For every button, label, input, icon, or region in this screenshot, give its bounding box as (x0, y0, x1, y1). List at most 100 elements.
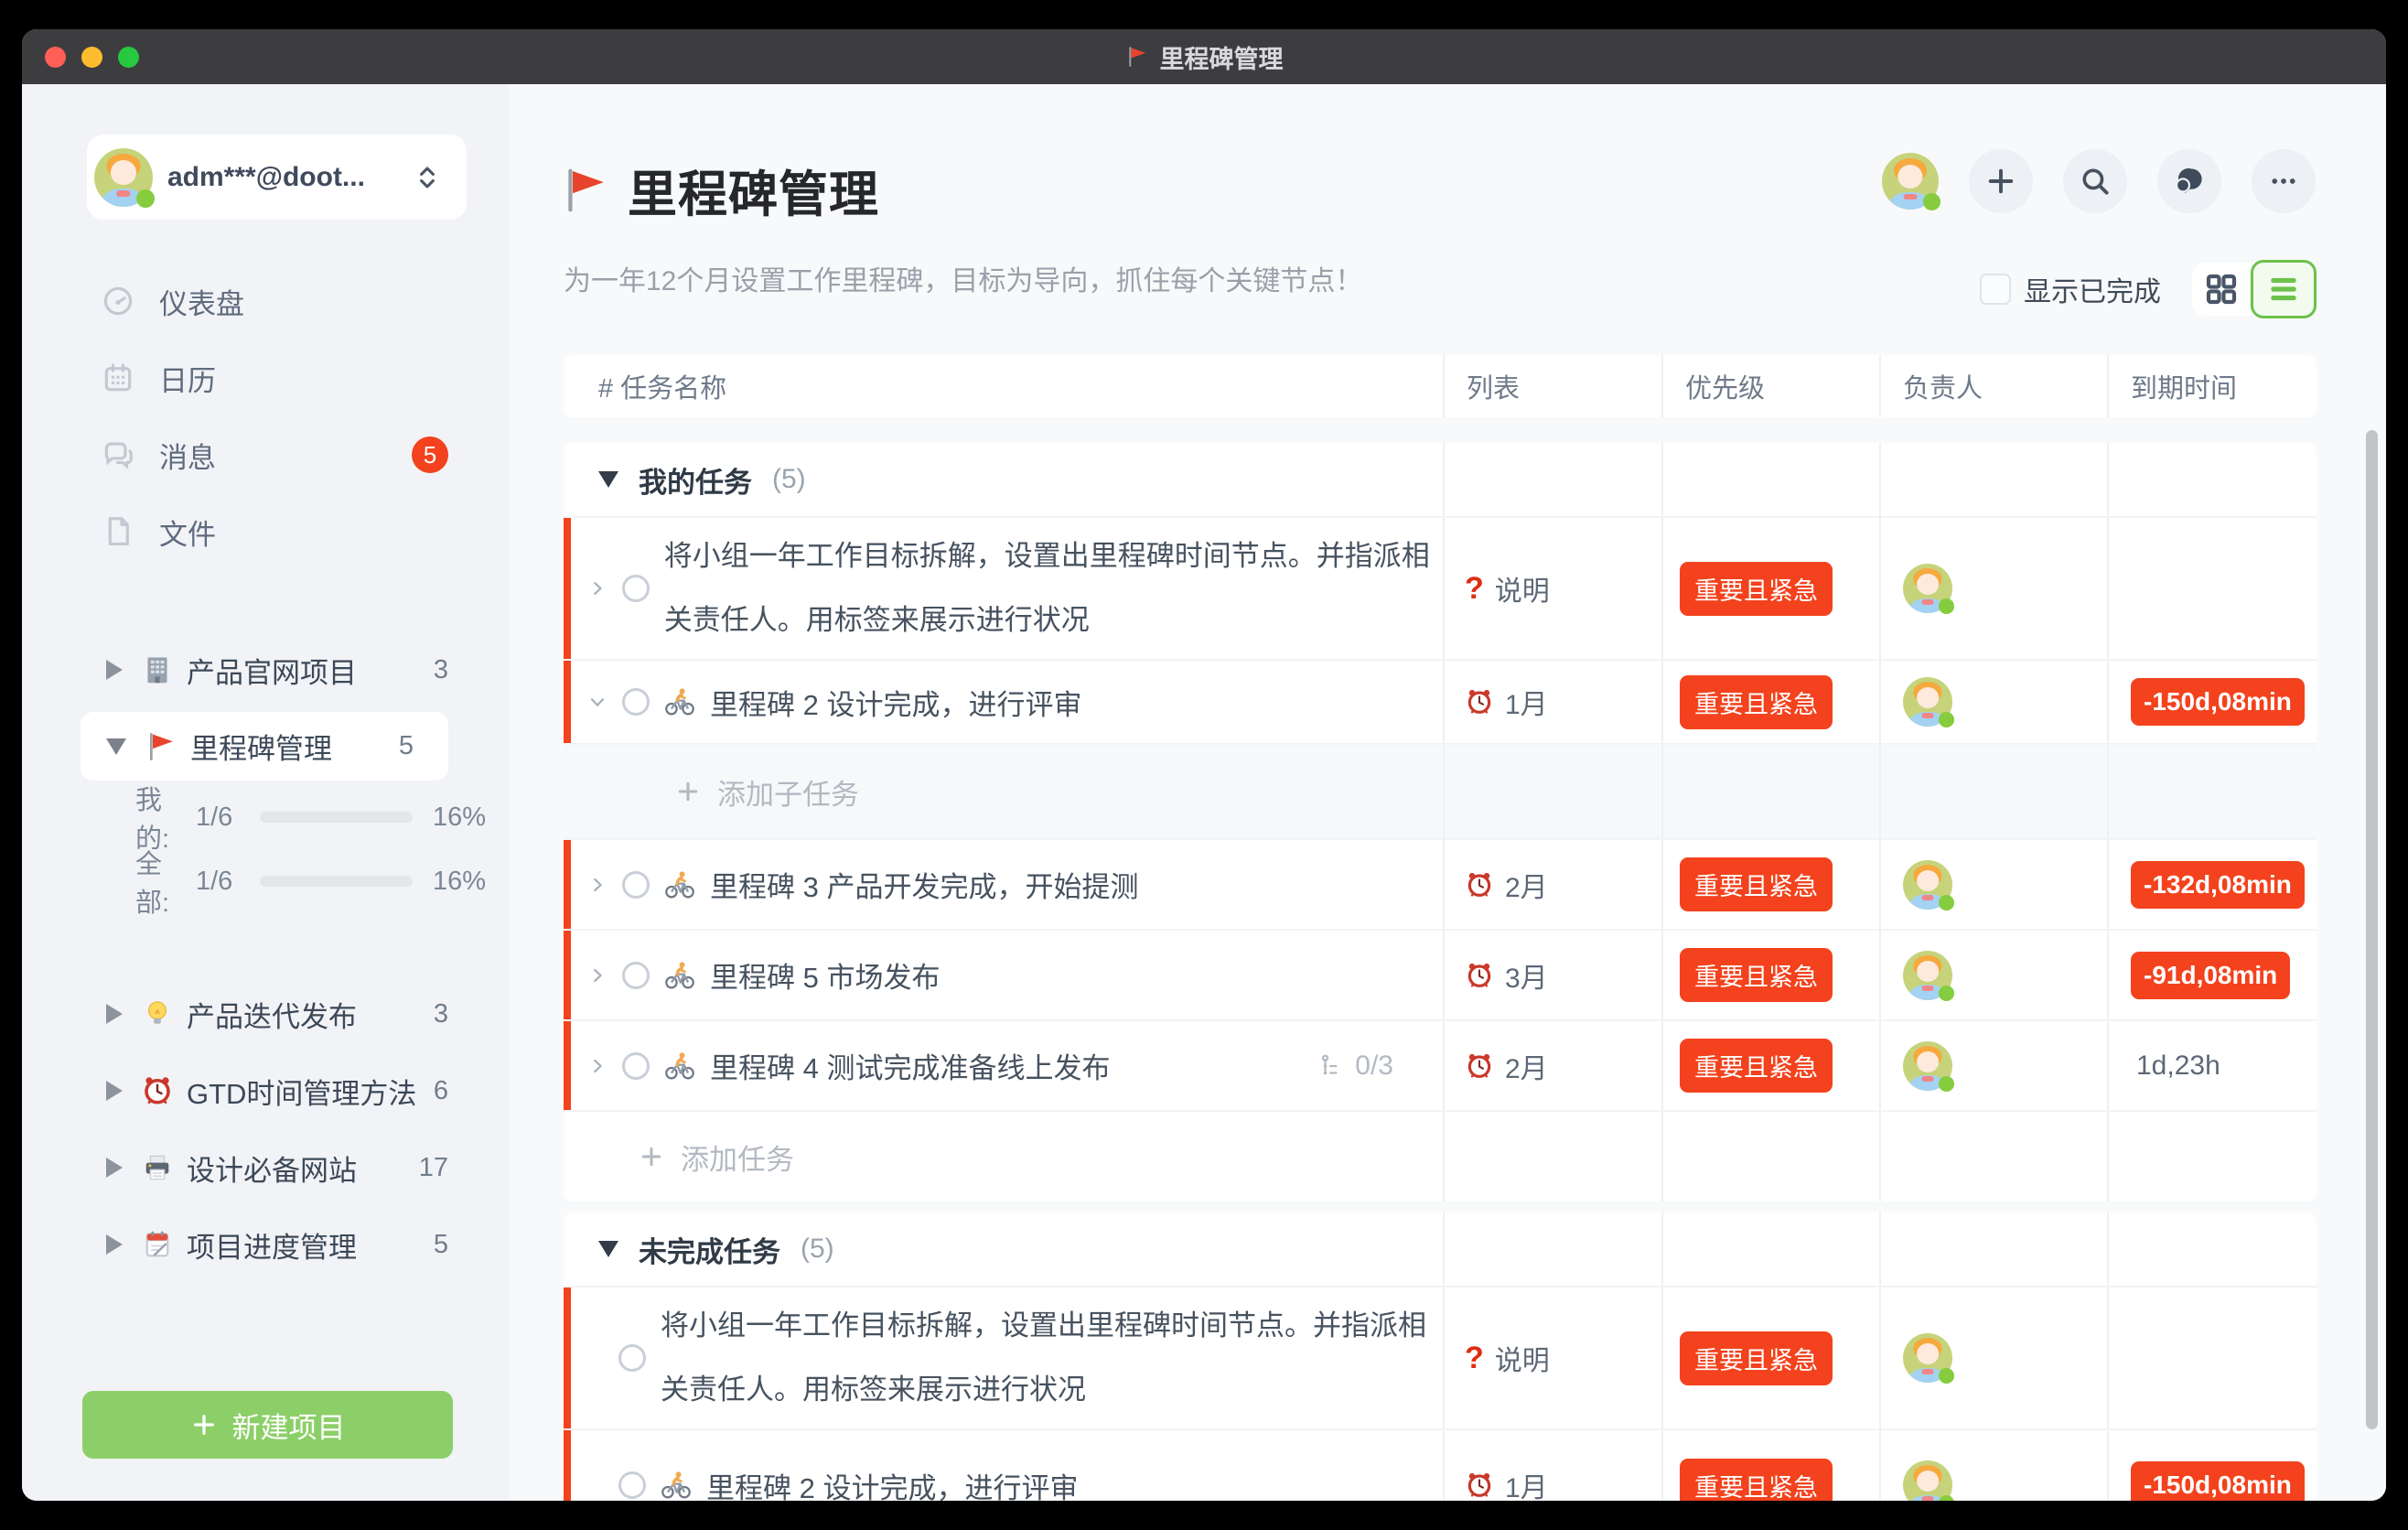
task-due-cell[interactable]: -132d,08min (2109, 840, 2317, 929)
expand-right-triangle-icon[interactable] (106, 1081, 123, 1101)
expand-right-triangle-icon[interactable] (106, 1004, 123, 1024)
task-assignee-cell[interactable] (1881, 1021, 2109, 1110)
task-list-cell[interactable]: 2月 (1445, 1021, 1663, 1110)
show-completed-checkbox[interactable] (1980, 274, 2011, 305)
sidebar-project-iteration-release[interactable]: 产品迭代发布 3 (22, 975, 509, 1052)
sidebar-project-milestone-selected[interactable]: 里程碑管理 5 (81, 712, 448, 781)
task-list-cell[interactable]: 1月 (1445, 1430, 1663, 1501)
task-assignee-cell[interactable] (1881, 931, 2109, 1019)
task-due-cell[interactable] (2109, 1288, 2317, 1428)
task-due-cell[interactable]: -91d,08min (2109, 931, 2317, 1019)
group-header-row[interactable]: 未完成任务 (5) (564, 1212, 2317, 1288)
chevron-right-icon[interactable] (587, 1056, 607, 1076)
task-due-cell[interactable]: 1d,23h (2109, 1021, 2317, 1110)
column-header-assignee[interactable]: 负责人 (1881, 355, 2109, 417)
sidebar-project-gtd[interactable]: GTD时间管理方法 6 (22, 1052, 509, 1129)
chat-button[interactable] (2157, 149, 2221, 213)
task-assignee-cell[interactable] (1881, 1288, 2109, 1428)
task-row[interactable]: 里程碑 3 产品开发完成，开始提测 2月 重要且紧急 (564, 840, 2317, 931)
task-row[interactable]: 里程碑 4 测试完成准备线上发布 0/3 2月 重要且紧急 (564, 1021, 2317, 1112)
column-header-task-name[interactable]: # 任务名称 (564, 355, 1445, 417)
project-label: 项目进度管理 (187, 1224, 357, 1266)
sidebar-project-design-sites[interactable]: 设计必备网站 17 (22, 1129, 509, 1206)
task-row[interactable]: 里程碑 2 设计完成，进行评审 1月 重要且紧急 (564, 1430, 2317, 1501)
task-complete-circle[interactable] (622, 1052, 650, 1080)
collapse-down-triangle-icon[interactable] (598, 1241, 618, 1257)
collapse-down-triangle-icon[interactable] (106, 738, 126, 755)
task-complete-circle[interactable] (622, 962, 650, 989)
collapse-down-triangle-icon[interactable] (598, 471, 618, 488)
cyclist-icon (664, 686, 695, 717)
chevron-right-icon[interactable] (587, 578, 607, 598)
sidebar-item-calendar[interactable]: 日历 (22, 339, 509, 416)
sidebar-project-schedule[interactable]: 项目进度管理 5 (22, 1206, 509, 1283)
group-header-row[interactable]: 我的任务 (5) (564, 443, 2317, 518)
task-priority-cell[interactable]: 重要且紧急 (1663, 518, 1881, 659)
expand-right-triangle-icon[interactable] (106, 660, 123, 680)
progress-row-mine: 我的: 1/6 16% (22, 785, 509, 849)
expand-right-triangle-icon[interactable] (106, 1158, 123, 1178)
sidebar-item-files[interactable]: 文件 (22, 493, 509, 570)
task-due-cell[interactable]: -150d,08min (2109, 1430, 2317, 1501)
due-text: 1d,23h (2131, 1051, 2220, 1082)
task-list-cell[interactable]: ? 说明 (1445, 518, 1663, 659)
list-label: 1月 (1505, 682, 1548, 722)
list-view-button-active[interactable] (2251, 260, 2317, 318)
task-list-cell[interactable]: ? 说明 (1445, 1288, 1663, 1428)
project-count: 5 (434, 1230, 448, 1260)
task-complete-circle[interactable] (618, 1471, 646, 1499)
calendar-icon (101, 361, 135, 395)
task-complete-circle[interactable] (622, 688, 650, 716)
new-project-button[interactable]: 新建项目 (82, 1391, 453, 1459)
task-complete-circle[interactable] (622, 871, 650, 899)
task-assignee-cell[interactable] (1881, 840, 2109, 929)
sidebar-project-official-site[interactable]: 产品官网项目 3 (22, 631, 509, 708)
more-button[interactable] (2252, 149, 2316, 213)
expand-right-triangle-icon[interactable] (106, 1234, 123, 1255)
vertical-scrollbar[interactable] (2366, 430, 2378, 1429)
account-switch-chevron-icon[interactable] (412, 162, 443, 193)
task-priority-cell[interactable]: 重要且紧急 (1663, 661, 1881, 743)
add-subtask-row[interactable]: 添加子任务 (564, 745, 2317, 840)
page-subtitle: 为一年12个月设置工作里程碑，目标为导向，抓住每个关键节点！ (564, 258, 1362, 298)
task-complete-circle[interactable] (622, 575, 650, 602)
task-row[interactable]: 将小组一年工作目标拆解，设置出里程碑时间节点。并指派相关责任人。用标签来展示进行… (564, 518, 2317, 661)
sidebar-item-dashboard[interactable]: 仪表盘 (22, 263, 509, 339)
search-button[interactable] (2063, 149, 2127, 213)
user-avatar[interactable] (1882, 153, 1939, 210)
task-title: 里程碑 2 设计完成，进行评审 (710, 682, 1081, 723)
group-count: (5) (801, 1234, 834, 1265)
task-list-cell[interactable]: 1月 (1445, 661, 1663, 743)
task-due-cell[interactable] (2109, 518, 2317, 659)
add-button[interactable] (1969, 149, 2033, 213)
task-assignee-cell[interactable] (1881, 661, 2109, 743)
task-assignee-cell[interactable] (1881, 1430, 2109, 1501)
task-priority-cell[interactable]: 重要且紧急 (1663, 1430, 1881, 1501)
task-complete-circle[interactable] (618, 1344, 646, 1372)
bulb-icon (141, 997, 174, 1030)
task-assignee-cell[interactable] (1881, 518, 2109, 659)
column-header-priority[interactable]: 优先级 (1663, 355, 1881, 417)
group-title: 未完成任务 (639, 1229, 780, 1270)
account-card[interactable]: adm***@doot... (87, 135, 467, 220)
task-list-cell[interactable]: 2月 (1445, 840, 1663, 929)
task-list-cell[interactable]: 3月 (1445, 931, 1663, 1019)
task-row[interactable]: 里程碑 2 设计完成，进行评审 1月 重要且紧急 (564, 661, 2317, 745)
column-header-due[interactable]: 到期时间 (2109, 355, 2317, 417)
chevron-right-icon[interactable] (587, 875, 607, 895)
chevron-right-icon[interactable] (587, 965, 607, 986)
task-row[interactable]: 里程碑 5 市场发布 3月 重要且紧急 (564, 931, 2317, 1021)
grid-view-button[interactable] (2192, 263, 2251, 316)
add-task-row[interactable]: 添加任务 (564, 1112, 2317, 1201)
task-row[interactable]: 将小组一年工作目标拆解，设置出里程碑时间节点。并指派相关责任人。用标签来展示进行… (564, 1288, 2317, 1430)
sidebar-item-messages[interactable]: 消息 5 (22, 416, 509, 493)
task-priority-cell[interactable]: 重要且紧急 (1663, 1288, 1881, 1428)
column-header-list[interactable]: 列表 (1445, 355, 1663, 417)
task-priority-cell[interactable]: 重要且紧急 (1663, 931, 1881, 1019)
chevron-down-icon[interactable] (587, 692, 607, 712)
task-priority-cell[interactable]: 重要且紧急 (1663, 1021, 1881, 1110)
list-label: 说明 (1495, 568, 1550, 609)
add-task-label: 添加任务 (681, 1137, 794, 1178)
task-due-cell[interactable]: -150d,08min (2109, 661, 2317, 743)
task-priority-cell[interactable]: 重要且紧急 (1663, 840, 1881, 929)
